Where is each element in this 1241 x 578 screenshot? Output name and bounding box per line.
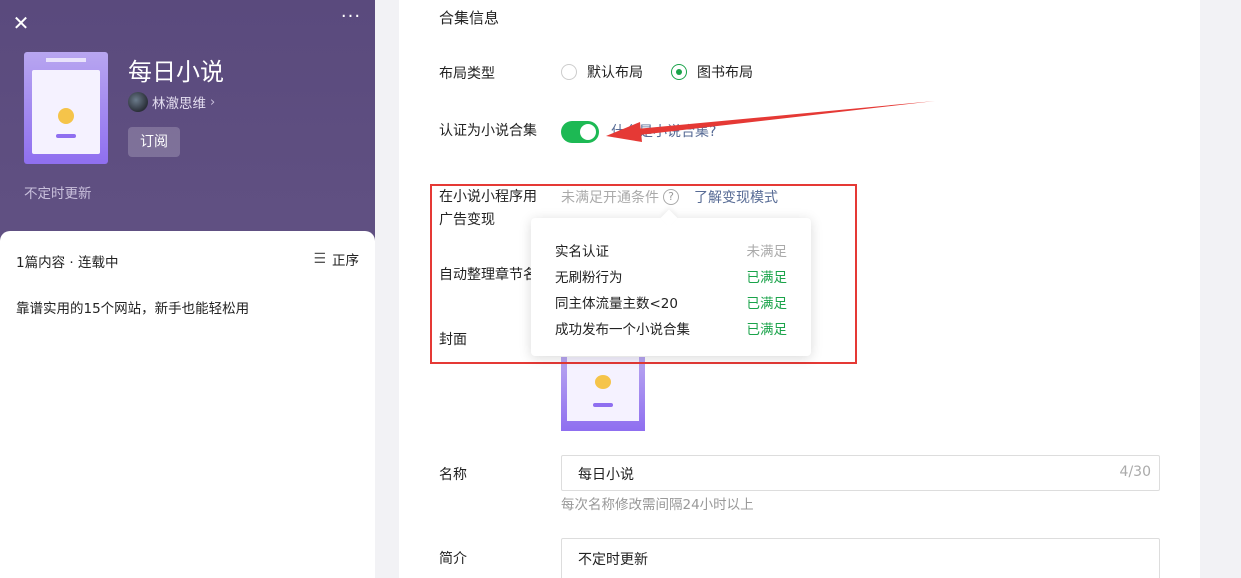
intro-textarea[interactable]: 不定时更新 [561,538,1160,578]
chevron-right-icon: › [210,94,216,110]
more-icon[interactable]: ··· [339,8,363,32]
name-value: 每日小说 [578,467,634,483]
name-label: 名称 [439,467,467,483]
monetize-status: 未满足开通条件 ? [561,187,679,207]
condition-status: 已满足 [746,270,788,286]
condition-row: 实名认证 未满足 [555,240,787,260]
radio-default-layout[interactable]: 默认布局 [561,62,643,82]
sort-button[interactable]: ☰ 正序 [313,249,359,269]
name-hint: 每次名称修改需间隔24小时以上 [561,497,754,513]
unmet-text: 未满足开通条件 [561,190,659,206]
name-input[interactable]: 每日小说 4/30 [561,455,1160,491]
question-icon[interactable]: ? [663,189,679,205]
author-name: 林澈思维 [152,96,206,112]
condition-status: 已满足 [746,296,788,312]
radio-label: 图书布局 [697,65,753,81]
content-count: 1篇内容 · 连载中 [16,255,119,271]
certify-label: 认证为小说合集 [439,123,537,139]
radio-label: 默认布局 [587,65,643,81]
condition-status: 未满足 [746,244,788,260]
list-item[interactable]: 靠谱实用的15个网站，新手也能轻松用 [16,297,249,317]
close-icon[interactable]: ✕ [10,12,32,34]
update-frequency-text: 不定时更新 [24,186,92,202]
collection-title: 每日小说 [128,58,224,86]
intro-value: 不定时更新 [578,552,648,568]
subscribe-button[interactable]: 订阅 [128,127,180,157]
layout-radio-group: 默认布局 图书布局 [561,62,753,82]
collection-cover-thumbnail [24,52,108,164]
learn-monetize-link[interactable]: 了解变现模式 [694,187,778,207]
sort-label: 正序 [332,253,359,269]
name-char-count: 4/30 [1119,464,1151,480]
section-title: 合集信息 [439,9,500,27]
condition-label: 无刷粉行为 [555,270,623,286]
certify-toggle[interactable] [561,121,599,143]
condition-row: 成功发布一个小说合集 已满足 [555,318,787,338]
condition-label: 同主体流量主数<20 [555,296,678,312]
radio-circle-icon [561,64,577,80]
condition-label: 成功发布一个小说合集 [555,322,690,338]
condition-label: 实名认证 [555,244,609,260]
condition-row: 同主体流量主数<20 已满足 [555,292,787,312]
collection-preview-panel: ✕ ··· 每日小说 林澈思维 › 订阅 不定时更新 1篇内容 · 连载中 ☰ … [0,0,375,578]
intro-label: 简介 [439,551,467,567]
content-list-card: 1篇内容 · 连载中 ☰ 正序 靠谱实用的15个网站，新手也能轻松用 [0,231,375,578]
auto-chapter-label: 自动整理章节名 [439,267,537,283]
layout-type-label: 布局类型 [439,66,495,82]
avatar [128,92,148,112]
conditions-popover: 实名认证 未满足 无刷粉行为 已满足 同主体流量主数<20 已满足 成功发布一个… [531,218,811,356]
condition-status: 已满足 [746,322,788,338]
cover-image[interactable] [561,357,645,431]
certify-help-link[interactable]: 什么是小说合集? [611,121,716,143]
condition-row: 无刷粉行为 已满足 [555,266,787,286]
monetize-label-line2: 广告变现 [439,212,495,228]
monetize-label: 在小说小程序用 [439,189,537,205]
cover-label: 封面 [439,332,467,348]
radio-checked-icon [671,64,687,80]
radio-book-layout[interactable]: 图书布局 [671,62,753,82]
sort-icon: ☰ [313,251,326,267]
author-link[interactable]: 林澈思维 › [128,92,215,112]
